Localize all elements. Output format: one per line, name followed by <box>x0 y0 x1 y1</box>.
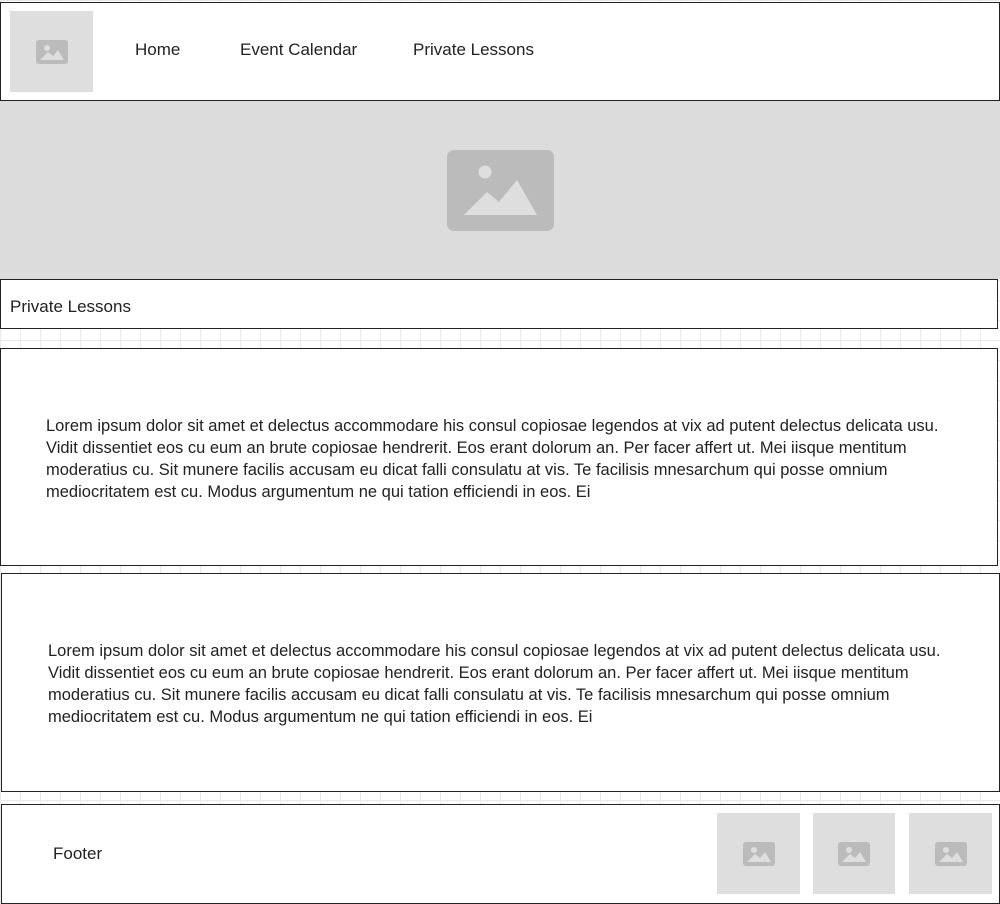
content-block: Lorem ipsum dolor sit amet et delectus a… <box>0 348 998 566</box>
footer-label: Footer <box>53 844 103 863</box>
nav-link-home[interactable]: Home <box>135 39 180 61</box>
nav-link-private-lessons[interactable]: Private Lessons <box>413 39 534 61</box>
footer-image[interactable] <box>909 813 992 894</box>
image-placeholder-icon <box>742 841 775 866</box>
hero-image <box>0 101 1000 279</box>
content-paragraph: Lorem ipsum dolor sit amet et delectus a… <box>48 642 941 726</box>
logo-image[interactable] <box>10 11 93 92</box>
content-paragraph: Lorem ipsum dolor sit amet et delectus a… <box>46 417 939 501</box>
site-footer: Footer <box>1 804 1000 904</box>
page-title: Private Lessons <box>10 297 131 316</box>
content-block: Lorem ipsum dolor sit amet et delectus a… <box>1 573 1000 792</box>
footer-image[interactable] <box>717 813 800 894</box>
nav-link-event-calendar[interactable]: Event Calendar <box>240 39 357 61</box>
image-placeholder-icon <box>446 149 554 231</box>
image-placeholder-icon <box>934 841 967 866</box>
image-placeholder-icon <box>35 39 68 64</box>
site-header: Home Event Calendar Private Lessons <box>0 2 1000 101</box>
page-title-bar: Private Lessons <box>0 279 998 329</box>
image-placeholder-icon <box>838 841 870 866</box>
footer-image[interactable] <box>813 813 895 894</box>
